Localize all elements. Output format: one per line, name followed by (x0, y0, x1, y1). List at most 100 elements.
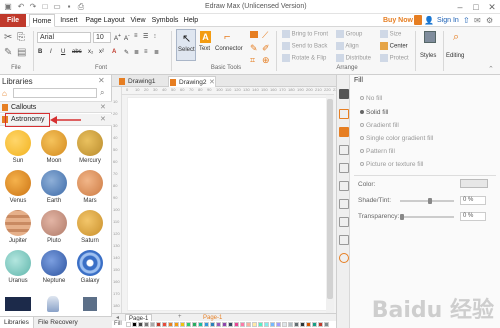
align-right-icon[interactable]: ≣ (154, 49, 159, 56)
notification-icon[interactable]: ⇧ (463, 16, 470, 25)
color-swatch[interactable] (156, 322, 161, 327)
align-left-icon[interactable]: ≣ (134, 49, 139, 56)
editing-button[interactable]: ⌕ Editing (446, 29, 470, 69)
redo-icon[interactable]: ↷ (28, 2, 38, 12)
close-section-icon[interactable]: ✕ (100, 115, 106, 123)
color-swatch[interactable] (162, 322, 167, 327)
close-panel-icon[interactable]: ✕ (98, 76, 105, 85)
drawing-page[interactable] (127, 97, 327, 311)
close-section-icon[interactable]: ✕ (100, 103, 106, 111)
line-tool-icon[interactable] (339, 109, 349, 119)
bring-to-front-button[interactable]: Bring to Front (282, 30, 328, 38)
underline-icon[interactable]: U (61, 49, 65, 55)
color-swatch[interactable] (312, 322, 317, 327)
italic-icon[interactable]: I (50, 49, 52, 55)
color-swatch[interactable] (210, 322, 215, 327)
styles-button[interactable]: Styles (419, 29, 441, 69)
color-swatch[interactable] (174, 322, 179, 327)
font-color-icon[interactable]: A (112, 49, 116, 55)
fill-option-solid-fill[interactable]: Solid fill (360, 109, 388, 116)
transparency-knob[interactable] (400, 214, 404, 220)
color-swatch[interactable] (138, 322, 143, 327)
color-swatch[interactable] (318, 322, 323, 327)
symbol-venus[interactable]: Venus (5, 170, 36, 204)
bullets-icon[interactable]: ⁝ (154, 33, 156, 40)
fill-option-single-color-gradient[interactable]: Single color gradient fill (360, 135, 433, 142)
color-swatch[interactable] (234, 322, 239, 327)
symbol-neptune[interactable]: Neptune (41, 250, 72, 284)
font-family-select[interactable]: Arial (37, 32, 91, 43)
print-icon[interactable]: ⎙ (76, 2, 86, 12)
group-button[interactable]: Group (336, 30, 362, 38)
color-swatch[interactable] (126, 322, 131, 327)
bold-icon[interactable]: B (38, 49, 42, 55)
search-icon[interactable]: ⌕ (100, 88, 104, 98)
open-file-icon[interactable]: ▭ (52, 2, 62, 12)
comment-tool-icon[interactable] (339, 235, 349, 245)
shadow-tool-icon[interactable] (339, 127, 349, 137)
color-swatch[interactable] (204, 322, 209, 327)
color-swatch[interactable] (180, 322, 185, 327)
shade-tint-value[interactable]: 0 % (460, 196, 486, 205)
fill-option-no-fill[interactable]: No fill (360, 95, 382, 102)
color-swatch[interactable] (288, 322, 293, 327)
collapse-ribbon-icon[interactable]: ⌃ (488, 65, 494, 73)
color-swatch[interactable] (264, 322, 269, 327)
superscript-icon[interactable]: x² (99, 49, 104, 55)
pencil-icon[interactable]: ✐ (262, 43, 270, 54)
color-swatch[interactable] (300, 322, 305, 327)
comment-icon[interactable]: ✉ (474, 16, 481, 25)
strikethrough-icon[interactable]: abc (72, 49, 82, 55)
color-swatch[interactable] (276, 322, 281, 327)
subscript-icon[interactable]: x₂ (88, 49, 93, 55)
scrollbar-thumb[interactable] (327, 99, 333, 299)
tab-libraries[interactable]: Libraries (0, 317, 34, 328)
size-button[interactable]: Size (380, 30, 401, 38)
color-swatch[interactable] (144, 322, 149, 327)
align-center-icon[interactable]: ≡ (144, 49, 148, 55)
tab-file[interactable]: File (0, 14, 26, 27)
transparency-value[interactable]: 0 % (460, 212, 486, 221)
new-file-icon[interactable]: □ (40, 2, 50, 12)
color-swatch[interactable] (150, 322, 155, 327)
color-swatch[interactable] (186, 322, 191, 327)
color-swatch[interactable] (246, 322, 251, 327)
cart-icon[interactable] (414, 15, 422, 25)
symbol-satellite[interactable] (83, 297, 97, 311)
fill-option-gradient-fill[interactable]: Gradient fill (360, 122, 399, 129)
tab-drawing1[interactable]: Drawing1 (118, 76, 162, 87)
line-shape-icon[interactable]: ⟋ (262, 30, 268, 41)
color-swatch[interactable] (240, 322, 245, 327)
save-icon[interactable]: ▪ (64, 2, 74, 12)
sign-in-link[interactable]: Sign In (437, 14, 459, 27)
pen-icon[interactable]: ✎ (250, 43, 258, 54)
page-nav-icon[interactable]: ◂ (116, 314, 119, 321)
line-spacing-icon[interactable]: ☰ (143, 33, 148, 40)
color-swatch[interactable] (168, 322, 173, 327)
settings-icon[interactable]: ⚙ (486, 16, 493, 25)
color-palette-bar[interactable]: Fill (112, 321, 336, 328)
close-icon[interactable]: ✕ (484, 0, 500, 14)
select-tool-button[interactable]: ↖ Select (176, 29, 196, 61)
tab-home[interactable]: Home (29, 14, 55, 27)
hyperlink-tool-icon[interactable] (339, 199, 349, 209)
text-tool-button[interactable]: A Text (198, 29, 214, 61)
page-tool-icon[interactable] (339, 163, 349, 173)
library-search-input[interactable] (13, 88, 97, 98)
layer-tool-icon[interactable] (339, 181, 349, 191)
rectangle-shape-icon[interactable] (250, 31, 258, 38)
fill-option-picture-texture[interactable]: Picture or texture fill (360, 161, 423, 168)
maximize-icon[interactable]: □ (468, 0, 484, 14)
color-swatch[interactable] (282, 322, 287, 327)
center-button[interactable]: Center (380, 42, 408, 50)
shade-tint-knob[interactable] (428, 198, 432, 204)
tab-help[interactable]: Help (182, 14, 200, 27)
color-swatch[interactable] (258, 322, 263, 327)
color-swatch[interactable] (324, 322, 329, 327)
image-tool-icon[interactable] (339, 145, 349, 155)
symbol-galaxy[interactable]: Galaxy (77, 250, 108, 284)
symbol-sun[interactable]: Sun (5, 130, 36, 164)
symbol-pluto[interactable]: Pluto (41, 210, 72, 244)
tab-file-recovery[interactable]: File Recovery (38, 317, 78, 328)
add-page-icon[interactable]: + (178, 314, 182, 320)
